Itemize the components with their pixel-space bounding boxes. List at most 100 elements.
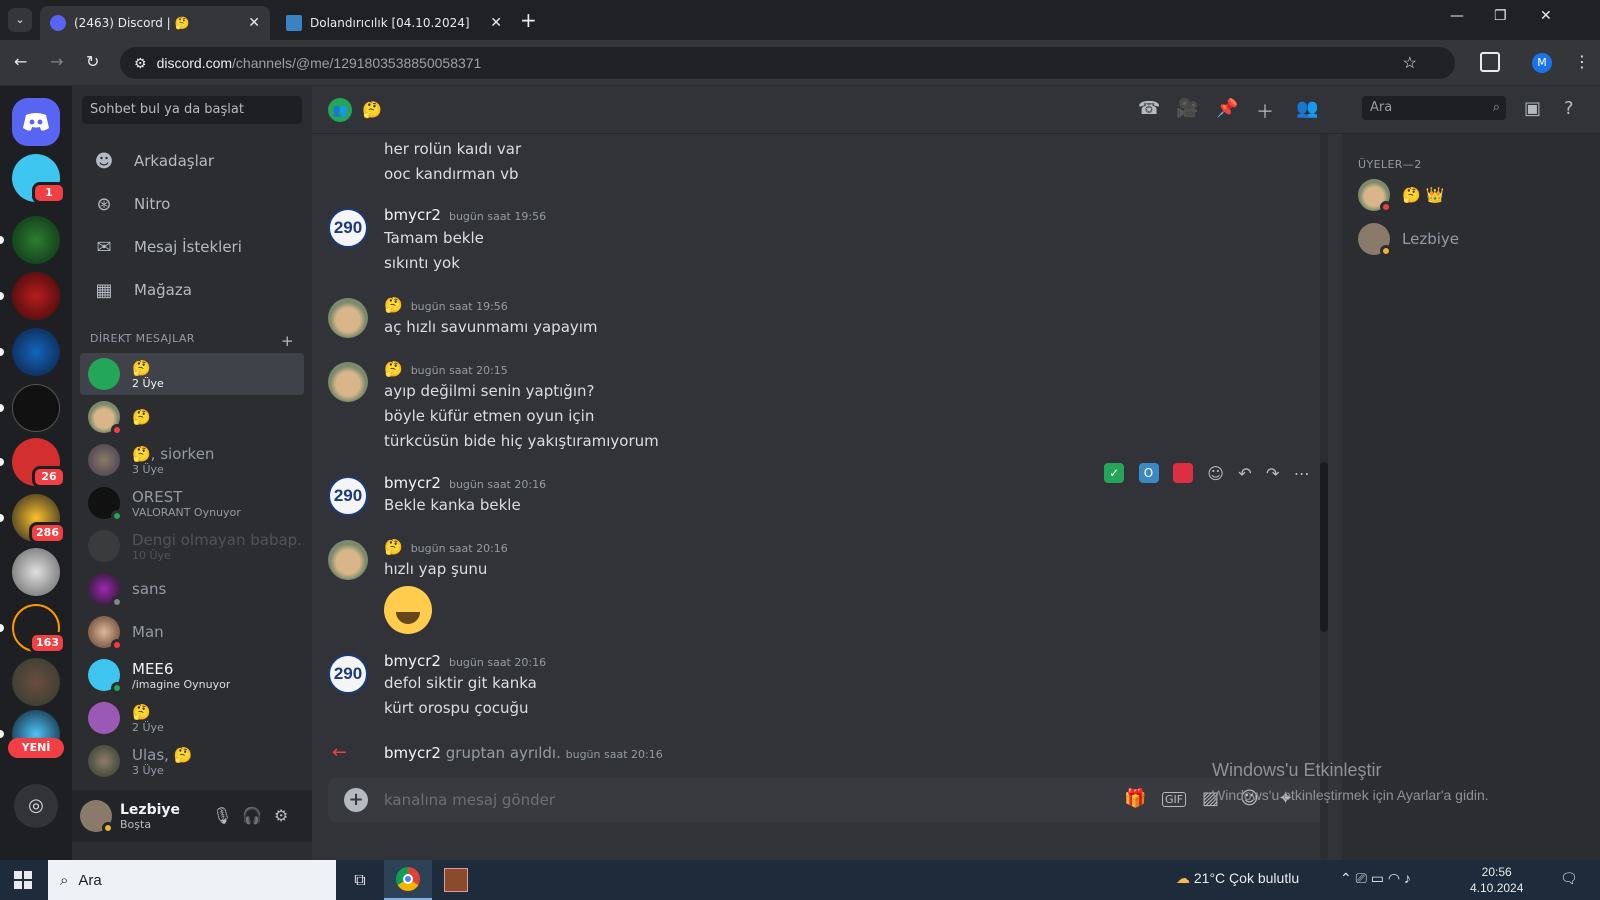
search-placeholder: Ara bbox=[1370, 100, 1393, 115]
member-item[interactable]: 🤔 👑 bbox=[1350, 174, 1590, 216]
dm-item[interactable]: MEE6/imagine Oynuyor bbox=[80, 654, 304, 696]
bookmark-star-icon[interactable]: ☆ bbox=[1403, 53, 1417, 73]
reply-icon[interactable]: ↶ bbox=[1238, 464, 1251, 483]
address-bar[interactable]: ⚙ discord.com/channels/@me/1291803538850… bbox=[120, 47, 1455, 79]
windows-start-icon[interactable] bbox=[14, 871, 32, 889]
reaction-o-icon[interactable]: O bbox=[1138, 463, 1159, 483]
voice-call-icon[interactable]: ☎ bbox=[1138, 98, 1160, 119]
dm-item[interactable]: 🤔 2 Üye bbox=[80, 697, 304, 739]
more-options-icon[interactable]: ⋯ bbox=[1294, 464, 1310, 483]
server-icon[interactable] bbox=[12, 548, 60, 596]
taskbar-search[interactable]: ⌕ Ara bbox=[48, 860, 336, 900]
avatar[interactable]: 290 bbox=[328, 654, 368, 694]
dm-item[interactable]: Ulas, 🤔 3 Üye bbox=[80, 740, 304, 782]
add-friends-icon[interactable]: ＋ bbox=[1256, 98, 1274, 124]
dm-subtext: 10 Üye bbox=[132, 548, 171, 562]
add-reaction-icon[interactable]: ☺ bbox=[1207, 464, 1224, 483]
pinned-messages-icon[interactable]: 📌 bbox=[1216, 98, 1238, 119]
dm-item[interactable]: Man bbox=[80, 611, 304, 653]
extensions-icon[interactable] bbox=[1480, 52, 1500, 72]
clock[interactable]: 20:56 4.10.2024 bbox=[1470, 864, 1523, 896]
nav-message-requests[interactable]: ✉ Mesaj İstekleri bbox=[80, 226, 304, 268]
headphones-icon[interactable]: 🎧 bbox=[242, 806, 262, 825]
close-tab-icon[interactable]: ✕ bbox=[248, 15, 260, 31]
browser-menu-icon[interactable]: ⋮ bbox=[1574, 52, 1590, 71]
dm-name: Dengi olmayan babap... bbox=[132, 530, 304, 549]
discover-button[interactable]: ◎ bbox=[14, 784, 58, 828]
system-user-name[interactable]: bmycr2 bbox=[384, 744, 441, 762]
gift-icon[interactable]: 🎁 bbox=[1124, 788, 1146, 809]
create-dm-icon[interactable]: + bbox=[281, 332, 294, 350]
dm-avatar-button[interactable]: 1 bbox=[12, 154, 66, 204]
tab-search-button[interactable]: ⌄ bbox=[8, 8, 32, 32]
server-icon[interactable]: 26 bbox=[0, 438, 66, 488]
server-icon[interactable] bbox=[0, 384, 60, 432]
nav-friends[interactable]: ☻ Arkadaşlar bbox=[80, 140, 304, 182]
author-name[interactable]: 🤔 bbox=[384, 360, 403, 378]
dm-item[interactable]: sans bbox=[80, 568, 304, 610]
search-input[interactable]: Ara ⌕ bbox=[1362, 96, 1506, 120]
profile-avatar[interactable]: M bbox=[1532, 53, 1552, 73]
server-icon[interactable] bbox=[0, 272, 60, 320]
tab-other[interactable]: Dolandırıcılık [04.10.2024] ✕ bbox=[276, 6, 512, 40]
nav-nitro[interactable]: ⊛ Nitro bbox=[80, 183, 304, 225]
dm-item[interactable]: OREST VALORANT Oynuyor bbox=[80, 482, 304, 524]
reload-icon[interactable]: ↻ bbox=[86, 52, 99, 71]
close-window-icon[interactable]: ✕ bbox=[1540, 8, 1552, 24]
server-icon[interactable] bbox=[12, 658, 60, 706]
home-button[interactable] bbox=[12, 98, 60, 146]
chrome-taskbar-button[interactable] bbox=[384, 860, 432, 900]
avatar[interactable] bbox=[328, 540, 368, 580]
restore-icon[interactable]: ❐ bbox=[1494, 8, 1507, 24]
chat-scrollbar[interactable] bbox=[1320, 86, 1328, 860]
server-icon[interactable]: 286 bbox=[0, 494, 66, 544]
author-name[interactable]: bmycr2 bbox=[384, 652, 441, 670]
forward-icon[interactable]: ↷ bbox=[1266, 464, 1279, 483]
scroll-thumb[interactable] bbox=[1320, 462, 1328, 632]
notifications-icon[interactable]: 🗨 bbox=[1560, 870, 1578, 887]
minimize-icon[interactable]: — bbox=[1450, 8, 1464, 24]
avatar[interactable]: 290 bbox=[328, 476, 368, 516]
help-icon[interactable]: ? bbox=[1564, 98, 1574, 119]
member-item[interactable]: Lezbiye bbox=[1350, 218, 1590, 260]
tray-icons[interactable]: ⌃ ⎚ ▭ ◠ ♪ bbox=[1340, 870, 1411, 887]
dm-item[interactable]: 🤔 bbox=[80, 396, 304, 438]
gif-icon[interactable]: GIF bbox=[1162, 792, 1187, 807]
author-name[interactable]: 🤔 bbox=[384, 538, 403, 556]
weather-widget[interactable]: ☁ 21°C Çok bulutlu bbox=[1176, 870, 1299, 887]
inbox-icon[interactable]: ▣ bbox=[1524, 98, 1541, 119]
game-taskbar-button[interactable] bbox=[432, 860, 480, 900]
member-list-icon[interactable]: 👥 bbox=[1296, 98, 1318, 119]
message-composer[interactable]: + kanalına mesaj gönder 🎁 GIF ▨ ☺ ✦ bbox=[328, 778, 1328, 822]
task-view-icon[interactable]: ⧉ bbox=[336, 860, 384, 900]
author-name[interactable]: bmycr2 bbox=[384, 206, 441, 224]
site-info-icon[interactable]: ⚙ bbox=[134, 55, 147, 72]
author-name[interactable]: bmycr2 bbox=[384, 474, 441, 492]
dm-item[interactable]: 🤔 2 Üye bbox=[80, 353, 304, 395]
nav-shop[interactable]: ▦ Mağaza bbox=[80, 269, 304, 311]
avatar[interactable] bbox=[328, 298, 368, 338]
dm-item[interactable]: Dengi olmayan babap... 10 Üye bbox=[80, 525, 304, 567]
avatar[interactable] bbox=[328, 362, 368, 402]
server-icon[interactable]: 163 bbox=[0, 604, 66, 654]
back-icon[interactable]: ← bbox=[14, 52, 27, 71]
dm-item[interactable]: 🤔, siorken 3 Üye bbox=[80, 439, 304, 481]
reaction-red-square-icon[interactable] bbox=[1172, 463, 1193, 483]
author-name[interactable]: 🤔 bbox=[384, 296, 403, 314]
forward-icon[interactable]: → bbox=[50, 52, 63, 71]
settings-gear-icon[interactable]: ⚙ bbox=[274, 806, 288, 825]
close-tab-icon[interactable]: ✕ bbox=[490, 15, 502, 31]
server-icon[interactable] bbox=[0, 216, 60, 264]
message-text: Tamam bekle bbox=[384, 229, 484, 247]
video-call-icon[interactable]: 🎥 bbox=[1176, 98, 1198, 119]
user-avatar[interactable] bbox=[80, 800, 114, 834]
avatar[interactable]: 290 bbox=[328, 208, 368, 248]
upload-plus-icon[interactable]: + bbox=[344, 788, 368, 812]
dm-search-input[interactable]: Sohbet bul ya da başlat bbox=[82, 96, 302, 124]
reaction-check-icon[interactable]: ✓ bbox=[1104, 463, 1125, 483]
idle-status-icon bbox=[102, 822, 114, 834]
server-icon[interactable] bbox=[0, 328, 60, 376]
new-tab-button[interactable]: + bbox=[520, 8, 537, 32]
tab-discord[interactable]: (2463) Discord | 🤔 ✕ bbox=[40, 6, 270, 40]
microphone-icon[interactable]: 🎙 bbox=[212, 806, 232, 825]
